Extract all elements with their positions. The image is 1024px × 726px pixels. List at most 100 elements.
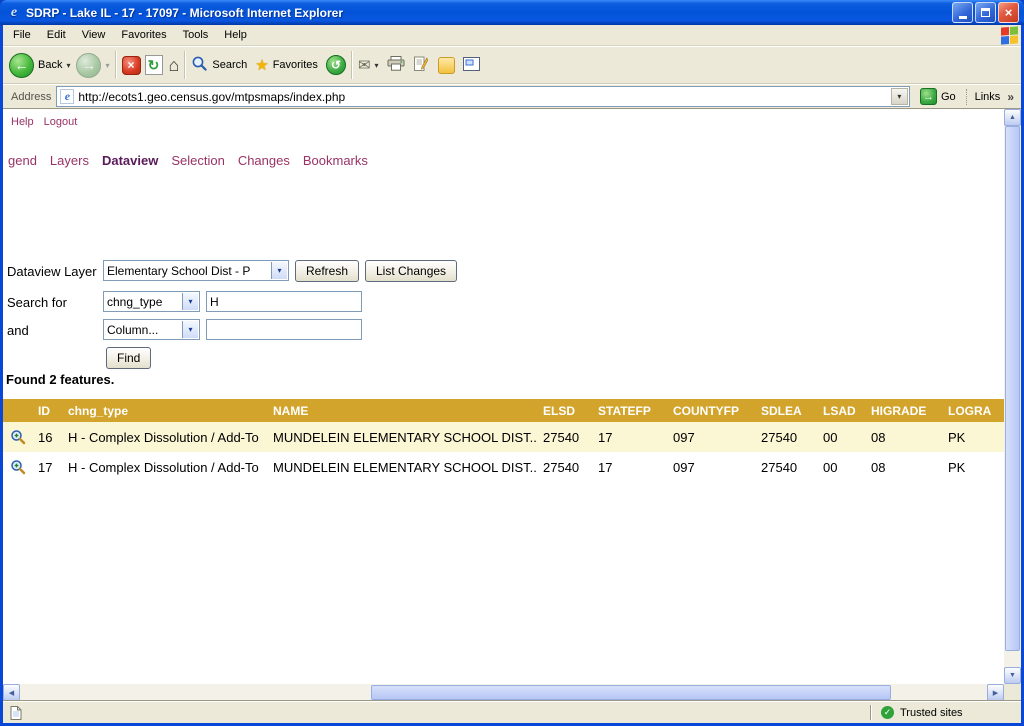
back-button[interactable]: ← Back ▾ [9, 53, 70, 78]
page-status-icon [10, 706, 22, 720]
print-button[interactable] [387, 56, 405, 74]
cell-statefp: 17 [593, 452, 668, 482]
favorites-button[interactable]: ★ Favorites [255, 56, 318, 74]
column-header-lsad: LSAD [818, 399, 866, 422]
tab-selection[interactable]: Selection [171, 153, 224, 168]
refresh-layer-button[interactable]: Refresh [295, 260, 359, 282]
search-column-value: chng_type [107, 295, 162, 309]
address-input[interactable]: e http://ecots1.geo.census.gov/mtpsmaps/… [56, 86, 910, 107]
tab-dataview[interactable]: Dataview [102, 153, 158, 168]
tab-layers[interactable]: Layers [50, 153, 89, 168]
cell-elsd: 27540 [538, 422, 593, 452]
menu-help[interactable]: Help [216, 26, 255, 44]
cell-higrade: 08 [866, 452, 943, 482]
and-label: and [7, 323, 29, 338]
dataview-layer-select[interactable]: Elementary School Dist - P ▾ [103, 260, 289, 281]
links-chevron-icon[interactable]: » [1003, 90, 1018, 104]
search-column-select[interactable]: chng_type ▾ [103, 291, 200, 312]
security-zone-panel: ✓ Trusted sites [871, 706, 1021, 719]
results-table-header-row: IDchng_typeNAMEELSDSTATEFPCOUNTYFPSDLEAL… [3, 399, 1004, 422]
and-row: and Column... ▾ [3, 319, 1004, 341]
home-button[interactable]: ⌂ [169, 55, 180, 76]
vertical-scrollbar[interactable]: ▲ ▼ [1004, 109, 1021, 684]
back-icon: ← [9, 53, 34, 78]
refresh-button[interactable]: ↻ [145, 55, 163, 75]
mail-button[interactable]: ✉ ▾ [358, 56, 379, 74]
cell-chng_type: H - Complex Dissolution / Add-To [63, 452, 268, 482]
header-icon-cell [3, 399, 33, 422]
search-button[interactable]: Search [191, 55, 247, 75]
address-dropdown-button[interactable]: ▾ [891, 88, 908, 105]
minimize-icon [959, 16, 967, 19]
search-label: Search [212, 59, 247, 71]
scroll-down-button[interactable]: ▼ [1004, 667, 1021, 684]
links-label[interactable]: Links [975, 91, 1001, 103]
column-header-countyfp: COUNTYFP [668, 399, 756, 422]
favorites-star-icon: ★ [255, 56, 268, 74]
chevron-down-icon[interactable]: ▾ [271, 262, 287, 279]
cell-statefp: 17 [593, 422, 668, 452]
back-label: Back [38, 59, 62, 71]
forward-button[interactable]: → ▾ [76, 53, 109, 78]
cell-logra: PK [943, 452, 1004, 482]
and-column-select[interactable]: Column... ▾ [103, 319, 200, 340]
magnifier-zoom-icon[interactable] [10, 459, 26, 474]
scroll-right-button[interactable]: ▶ [987, 684, 1004, 701]
magnifier-zoom-icon[interactable] [10, 429, 26, 444]
menu-view[interactable]: View [74, 26, 114, 44]
scroll-left-button[interactable]: ◀ [3, 684, 20, 701]
minimize-button[interactable] [952, 2, 973, 23]
scroll-up-button[interactable]: ▲ [1004, 109, 1021, 126]
chevron-down-icon[interactable]: ▾ [182, 321, 198, 338]
menu-file[interactable]: File [5, 26, 39, 44]
menu-edit[interactable]: Edit [39, 26, 74, 44]
column-header-id: ID [33, 399, 63, 422]
history-button[interactable]: ↺ [326, 55, 346, 75]
mail-dropdown-icon[interactable]: ▾ [375, 61, 379, 70]
tab-bookmarks[interactable]: Bookmarks [303, 153, 368, 168]
edit-button[interactable] [413, 56, 428, 75]
favorites-label: Favorites [273, 59, 318, 71]
window-controls: × [952, 2, 1019, 23]
column-header-logra: LOGRA [943, 399, 1004, 422]
chevron-down-icon[interactable]: ▾ [182, 293, 198, 310]
list-changes-button[interactable]: List Changes [365, 260, 457, 282]
cell-lsad: 00 [818, 422, 866, 452]
browser-window: e SDRP - Lake IL - 17 - 17097 - Microsof… [0, 0, 1024, 726]
search-value-input[interactable] [206, 291, 362, 312]
help-link[interactable]: Help [11, 116, 34, 128]
tab-changes[interactable]: Changes [238, 153, 290, 168]
links-grip[interactable] [966, 89, 970, 105]
stop-button[interactable]: × [122, 56, 141, 75]
and-value-input[interactable] [206, 319, 362, 340]
find-button[interactable]: Find [106, 347, 151, 369]
cell-name: MUNDELEIN ELEMENTARY SCHOOL DIST... [268, 452, 538, 482]
horizontal-scroll-thumb[interactable] [371, 685, 891, 700]
go-button[interactable]: → Go [915, 88, 961, 105]
menu-favorites[interactable]: Favorites [113, 26, 174, 44]
column-header-name: NAME [268, 399, 538, 422]
discuss-button[interactable] [463, 57, 480, 74]
title-bar: e SDRP - Lake IL - 17 - 17097 - Microsof… [0, 0, 1024, 25]
forward-dropdown-icon[interactable]: ▾ [105, 61, 109, 70]
search-icon [191, 55, 208, 75]
close-button[interactable]: × [998, 2, 1019, 23]
maximize-icon [981, 8, 990, 17]
logout-link[interactable]: Logout [44, 116, 78, 128]
column-header-statefp: STATEFP [593, 399, 668, 422]
cell-chng_type: H - Complex Dissolution / Add-To [63, 422, 268, 452]
horizontal-scrollbar[interactable]: ◀ ▶ [3, 684, 1004, 701]
vertical-scroll-thumb[interactable] [1005, 126, 1020, 651]
address-url[interactable]: http://ecots1.geo.census.gov/mtpsmaps/in… [78, 90, 345, 104]
menu-tools[interactable]: Tools [175, 26, 217, 44]
maximize-button[interactable] [975, 2, 996, 23]
tab-legend[interactable]: gend [8, 153, 37, 168]
back-dropdown-icon[interactable]: ▾ [66, 61, 70, 70]
cell-sdlea: 27540 [756, 452, 818, 482]
edit-icon [413, 56, 428, 72]
dataview-layer-row: Dataview Layer Elementary School Dist - … [3, 260, 1004, 282]
security-zone-label: Trusted sites [900, 707, 963, 719]
feature-row: 17 H - Complex Dissolution / Add-ToMUNDEL… [3, 452, 1004, 482]
status-page-panel [3, 706, 29, 720]
messenger-button[interactable] [438, 57, 455, 74]
